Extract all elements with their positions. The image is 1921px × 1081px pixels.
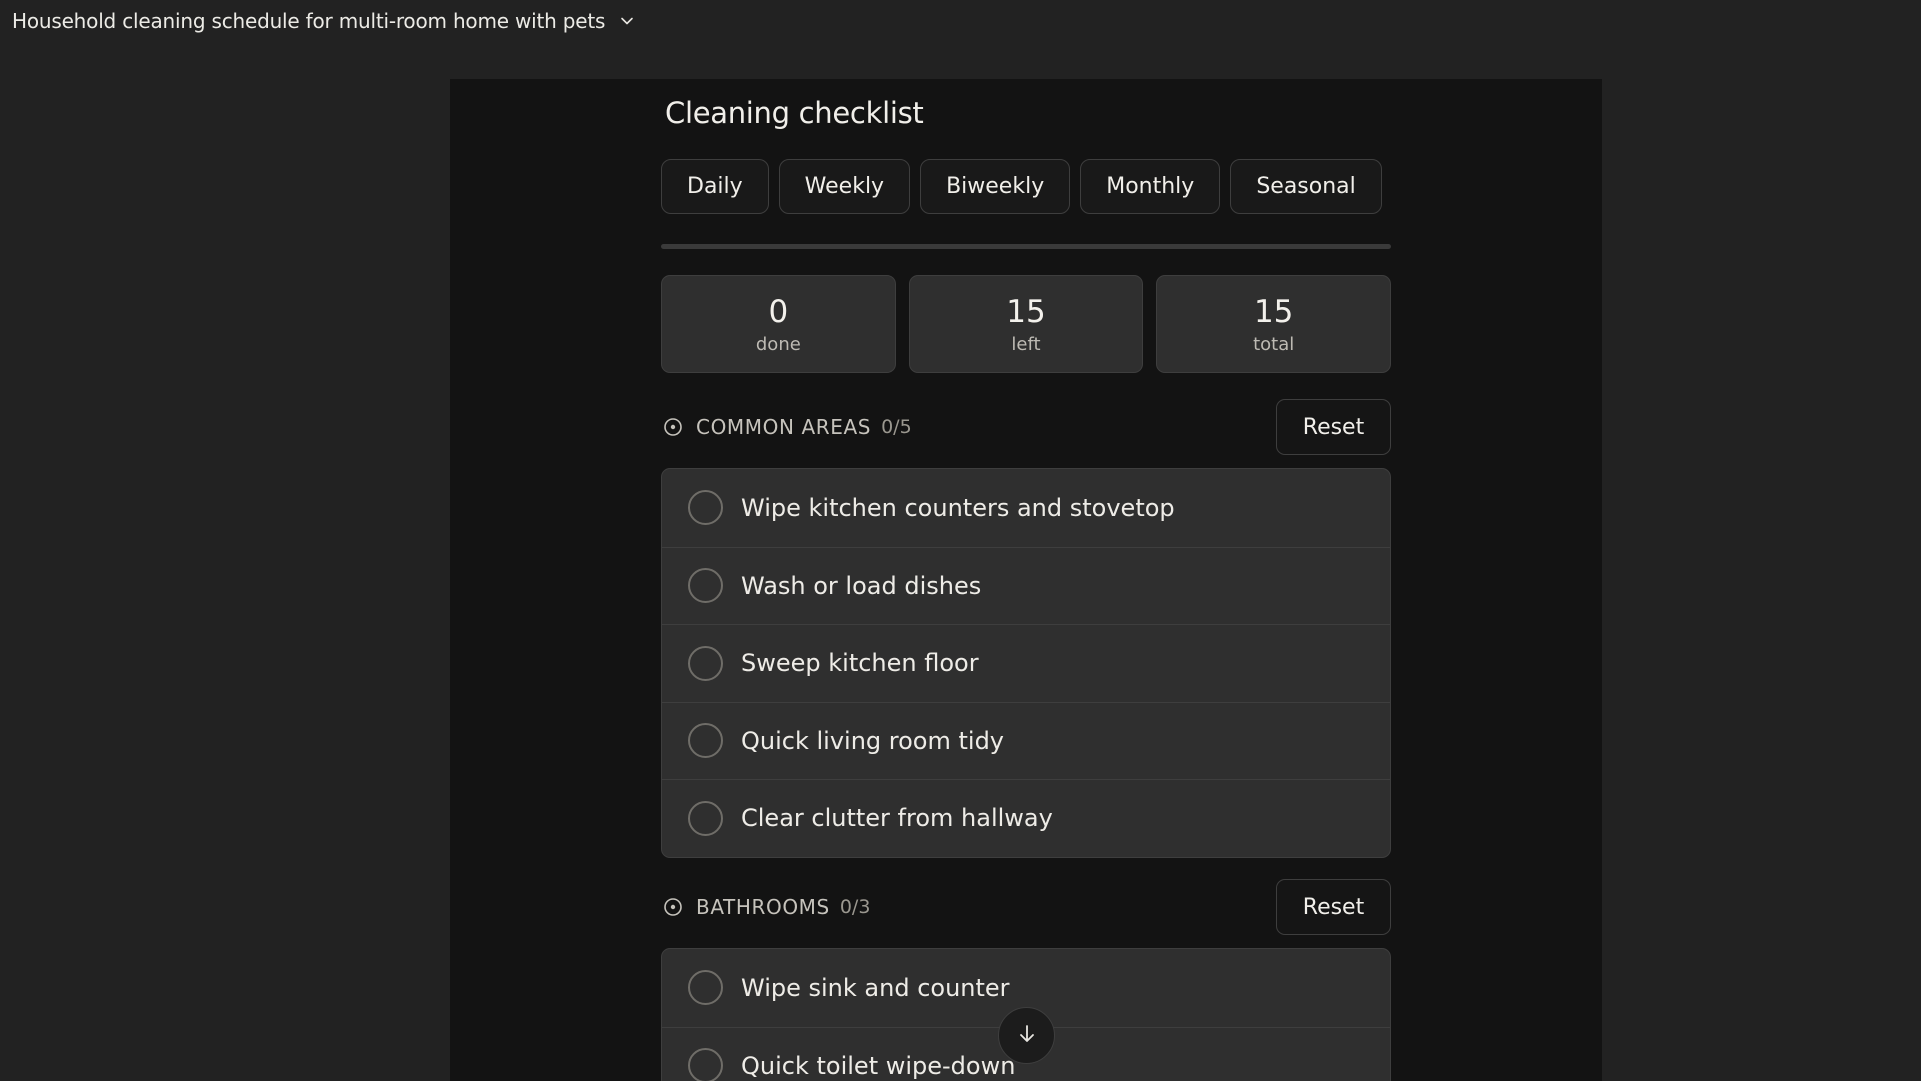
task-checkbox[interactable]	[688, 568, 723, 604]
stats-row: 0 done 15 left 15 total	[661, 275, 1392, 373]
tab-seasonal[interactable]: Seasonal	[1230, 159, 1382, 214]
stat-done-value: 0	[768, 293, 789, 330]
task-item[interactable]: Quick living room tidy	[662, 701, 1390, 780]
section-common-areas: COMMON AREAS 0/5 Reset Wipe kitchen coun…	[661, 399, 1391, 858]
top-bar: Household cleaning schedule for multi-ro…	[0, 0, 1921, 42]
stat-left: 15 left	[908, 275, 1144, 373]
task-checkbox[interactable]	[688, 645, 723, 681]
conversation-title[interactable]: Household cleaning schedule for multi-ro…	[12, 9, 605, 33]
stat-total-label: total	[1253, 333, 1295, 355]
task-checkbox[interactable]	[688, 490, 723, 526]
section-header: BATHROOMS 0/3 Reset	[661, 879, 1391, 935]
task-checkbox[interactable]	[688, 723, 723, 759]
task-label: Sweep kitchen floor	[741, 649, 979, 678]
section-title: COMMON AREAS	[696, 415, 872, 439]
task-checkbox[interactable]	[688, 800, 723, 836]
task-label: Wash or load dishes	[741, 571, 982, 600]
reset-button[interactable]: Reset	[1276, 399, 1391, 455]
stat-total-value: 15	[1253, 293, 1294, 330]
progress-bar	[661, 244, 1391, 249]
task-checkbox[interactable]	[688, 1048, 723, 1081]
task-label: Clear clutter from hallway	[741, 804, 1053, 833]
stat-left-value: 15	[1006, 293, 1046, 330]
task-item[interactable]: Sweep kitchen floor	[662, 624, 1390, 702]
scroll-down-button[interactable]	[998, 1007, 1055, 1064]
section-title: BATHROOMS	[696, 895, 830, 919]
task-label: Quick toilet wipe-down	[741, 1051, 1016, 1080]
target-icon	[663, 897, 683, 917]
section-count: 0/5	[881, 416, 912, 438]
frequency-tabs: Daily Weekly Biweekly Monthly Seasonal	[661, 159, 1382, 214]
reset-button[interactable]: Reset	[1276, 879, 1391, 935]
tab-biweekly[interactable]: Biweekly	[920, 159, 1071, 214]
task-checkbox[interactable]	[688, 970, 723, 1006]
task-item[interactable]: Wipe kitchen counters and stovetop	[662, 469, 1390, 547]
arrow-down-icon	[1016, 1023, 1038, 1049]
tab-weekly[interactable]: Weekly	[778, 159, 911, 214]
chevron-down-icon[interactable]	[619, 13, 635, 29]
task-item[interactable]: Clear clutter from hallway	[662, 779, 1390, 857]
section-header: COMMON AREAS 0/5 Reset	[661, 399, 1391, 455]
stat-left-label: left	[1011, 333, 1041, 355]
task-label: Quick living room tidy	[741, 726, 1005, 755]
stat-done-label: done	[755, 333, 801, 355]
target-icon	[663, 417, 683, 437]
section-count: 0/3	[839, 896, 871, 918]
task-item[interactable]: Wash or load dishes	[662, 546, 1390, 625]
stat-total: 15 total	[1156, 275, 1392, 373]
artifact-panel: Cleaning checklist Daily Weekly Biweekly…	[450, 79, 1602, 1081]
stat-done: 0 done	[661, 275, 896, 373]
checklist-heading: Cleaning checklist	[665, 96, 924, 130]
tab-monthly[interactable]: Monthly	[1080, 159, 1221, 214]
tab-daily[interactable]: Daily	[661, 159, 769, 214]
task-label: Wipe kitchen counters and stovetop	[741, 493, 1175, 522]
task-label: Wipe sink and counter	[741, 973, 1010, 1002]
task-list: Wipe kitchen counters and stovetop Wash …	[661, 468, 1391, 858]
